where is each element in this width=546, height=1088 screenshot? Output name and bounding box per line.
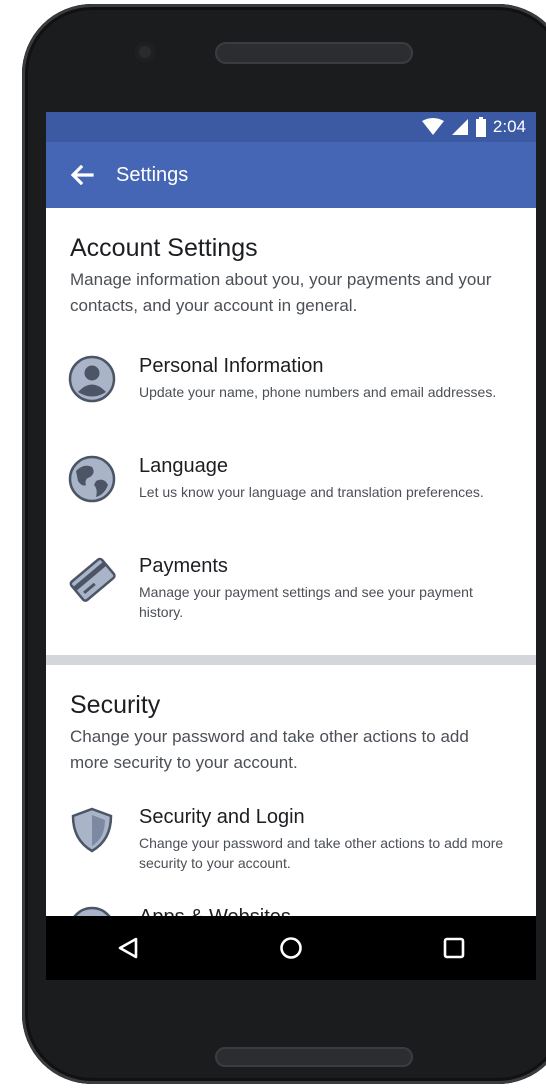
nav-recents-button[interactable] (424, 918, 484, 978)
item-description: Manage your payment settings and see you… (139, 584, 473, 620)
settings-list: Account Settings Manage information abou… (46, 208, 536, 916)
item-title: Language (139, 455, 228, 477)
item-description: Update your name, phone numbers and emai… (139, 384, 497, 400)
status-icons: 2:04 (421, 117, 526, 137)
item-description: Let us know your language and translatio… (139, 484, 484, 500)
settings-item-apps-and-websites[interactable]: Apps & Websites (46, 906, 536, 916)
page-title: Settings (116, 163, 189, 186)
globe-icon (68, 455, 116, 503)
arrow-left-icon (70, 165, 94, 185)
nav-home-button[interactable] (261, 918, 321, 978)
section-title: Account Settings (70, 234, 258, 262)
item-title: Apps & Websites (139, 906, 506, 916)
status-bar: 2:04 (46, 112, 536, 142)
credit-card-icon (69, 557, 116, 602)
item-title: Payments (139, 555, 228, 577)
section-divider (46, 655, 536, 665)
section-description: Manage information about you, your payme… (70, 270, 492, 315)
settings-item-payments[interactable]: Payments Manage your payment settings an… (46, 555, 536, 655)
screen: 2:04 Settings Account Settings Manage in… (46, 112, 536, 980)
person-icon (68, 355, 116, 403)
android-nav-bar (46, 916, 536, 980)
triangle-back-icon (118, 937, 137, 959)
wifi-icon (421, 118, 444, 135)
item-title: Personal Information (139, 355, 324, 377)
item-description: Change your password and take other acti… (139, 835, 504, 871)
arrow-right-circle-icon (73, 906, 111, 916)
front-camera (135, 42, 155, 62)
app-bar: Settings (46, 142, 536, 208)
account-settings-header: Account Settings Manage information abou… (46, 234, 536, 319)
earpiece-speaker (215, 42, 413, 64)
shield-icon (71, 807, 113, 853)
settings-item-security-and-login[interactable]: Security and Login Change your password … (46, 806, 536, 906)
section-title: Security (70, 691, 161, 719)
security-header: Security Change your password and take o… (46, 691, 536, 776)
circle-home-icon (280, 937, 302, 959)
settings-item-personal-information[interactable]: Personal Information Update your name, p… (46, 355, 536, 455)
nav-back-button[interactable] (98, 918, 158, 978)
section-description: Change your password and take other acti… (70, 727, 469, 772)
back-button[interactable] (46, 142, 118, 208)
item-title: Security and Login (139, 806, 305, 828)
cell-signal-icon (451, 119, 468, 135)
status-time: 2:04 (492, 117, 526, 136)
square-recents-icon (444, 937, 465, 959)
settings-item-language[interactable]: Language Let us know your language and t… (46, 455, 536, 555)
bottom-speaker (215, 1047, 413, 1067)
battery-icon (475, 117, 486, 137)
